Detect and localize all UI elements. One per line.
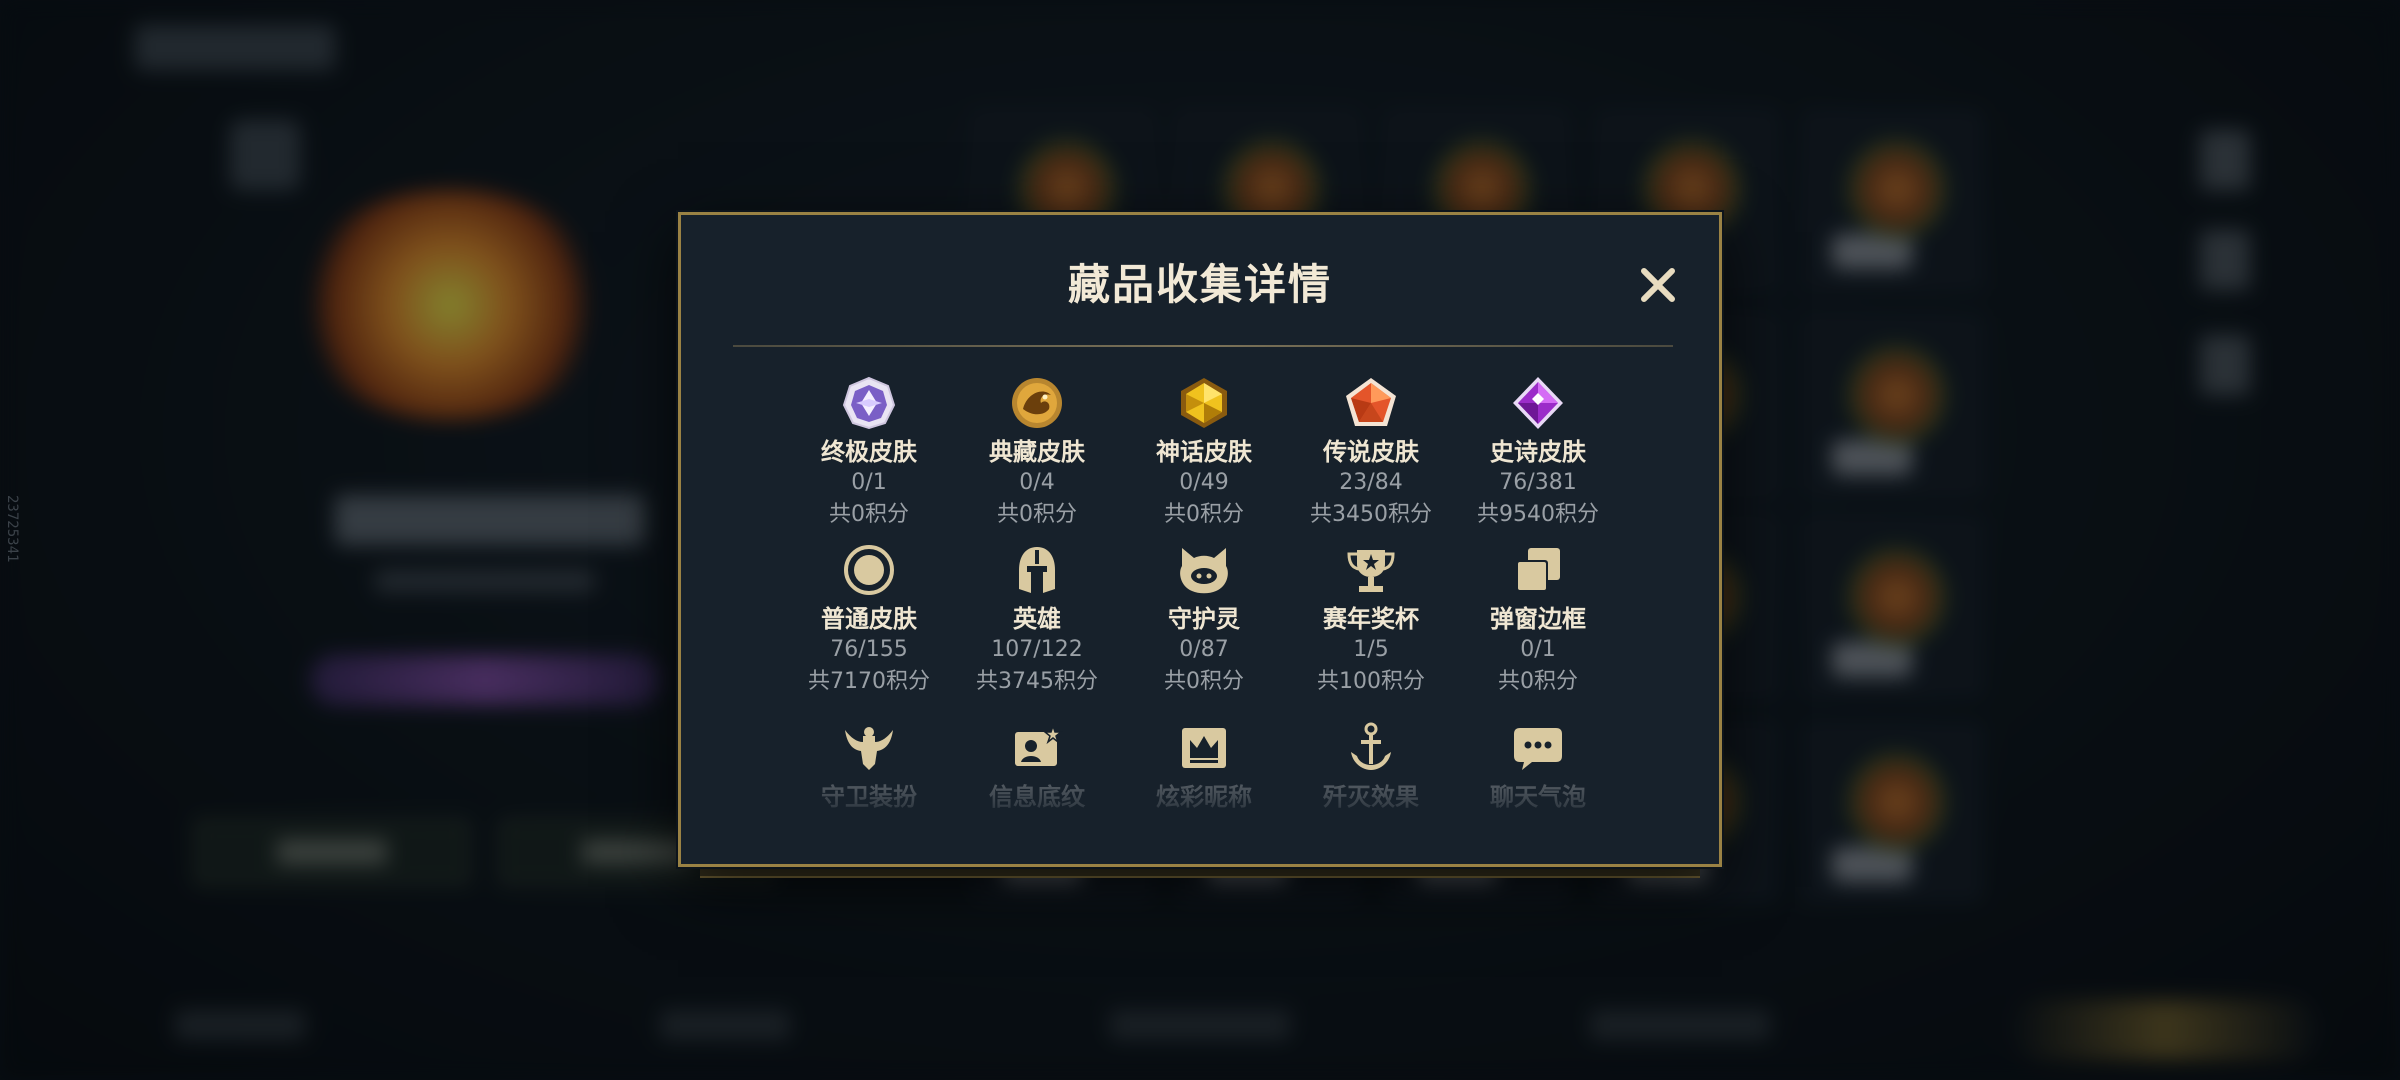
- category-count: 0/49: [1179, 470, 1229, 495]
- category-count: 0/87: [1179, 637, 1229, 662]
- category-points: 共0积分: [829, 502, 909, 527]
- hero-icon: [1019, 547, 1055, 593]
- category-count: 0/1: [851, 470, 887, 495]
- modal-base-shelf: [700, 866, 1700, 878]
- close-icon: [1641, 268, 1675, 302]
- ultimate-skin-icon: [842, 376, 896, 430]
- category-name: 英雄: [1013, 605, 1061, 633]
- category-name: 传说皮肤: [1323, 438, 1419, 466]
- modal-title: 藏品收集详情: [1067, 260, 1332, 309]
- category-name: 典藏皮肤: [989, 438, 1085, 466]
- category-count: 1/5: [1353, 637, 1389, 662]
- category-points: 共0积分: [1164, 502, 1244, 527]
- category-points: 共100积分: [1317, 669, 1425, 694]
- category-guardian-spirit[interactable]: 守护灵 0/87 共0积分: [1129, 542, 1279, 698]
- category-legendary-skin[interactable]: 传说皮肤 23/84 共3450积分: [1296, 375, 1446, 531]
- category-count: 0/4: [1019, 470, 1055, 495]
- category-count: 23/84: [1339, 470, 1403, 495]
- category-normal-skin[interactable]: 普通皮肤 76/155 共7170积分: [794, 542, 944, 698]
- category-count: 107/122: [991, 637, 1083, 662]
- category-points: 共0积分: [1498, 669, 1578, 694]
- mythic-skin-icon: [1181, 378, 1227, 428]
- ward-skin-icon: [845, 727, 893, 770]
- close-button[interactable]: [1628, 255, 1688, 315]
- side-version-code: 23725341: [4, 495, 20, 563]
- category-points: 共0积分: [1164, 669, 1244, 694]
- category-name: 神话皮肤: [1156, 438, 1252, 466]
- category-name: 炫彩昵称: [1156, 783, 1252, 811]
- colorful-nickname-icon: [1182, 728, 1226, 768]
- category-colorful-nickname[interactable]: 炫彩昵称: [1129, 720, 1279, 812]
- category-popup-frame[interactable]: 弹窗边框 0/1 共0积分: [1463, 542, 1613, 698]
- epic-skin-icon: [1513, 377, 1563, 429]
- category-epic-skin[interactable]: 史诗皮肤 76/381 共9540积分: [1463, 375, 1613, 531]
- category-name: 终极皮肤: [821, 438, 917, 466]
- category-count: 76/381: [1499, 470, 1577, 495]
- season-trophy-icon: [1347, 550, 1395, 592]
- category-annihilation-effect[interactable]: 歼灭效果: [1296, 720, 1446, 812]
- category-count: 76/155: [830, 637, 908, 662]
- legendary-skin-icon: [1346, 378, 1396, 426]
- category-name: 聊天气泡: [1490, 783, 1586, 811]
- category-ward-skin[interactable]: 守卫装扮: [794, 720, 944, 812]
- chat-bubble-icon: [1514, 728, 1562, 770]
- popup-frame-icon: [1516, 548, 1560, 592]
- prestige-skin-icon: [1012, 378, 1062, 428]
- category-points: 共7170积分: [808, 669, 930, 694]
- category-mythic-skin[interactable]: 神话皮肤 0/49 共0积分: [1129, 375, 1279, 531]
- category-name: 赛年奖杯: [1323, 605, 1419, 633]
- category-info-pattern[interactable]: 信息底纹: [962, 720, 1112, 812]
- guardian-spirit-icon: [1180, 548, 1228, 594]
- category-points: 共3450积分: [1310, 502, 1432, 527]
- category-count: 0/1: [1520, 637, 1556, 662]
- category-name: 信息底纹: [989, 783, 1085, 811]
- category-chat-bubble[interactable]: 聊天气泡: [1463, 720, 1613, 812]
- category-name: 歼灭效果: [1323, 783, 1419, 811]
- category-hero[interactable]: 英雄 107/122 共3745积分: [962, 542, 1112, 698]
- info-pattern-icon: [1015, 723, 1064, 766]
- category-name: 普通皮肤: [821, 605, 917, 633]
- title-divider: [733, 345, 1673, 347]
- category-name: 守护灵: [1168, 605, 1240, 633]
- normal-skin-icon: [844, 545, 894, 595]
- category-name: 守卫装扮: [821, 783, 917, 811]
- category-season-trophy[interactable]: 赛年奖杯 1/5 共100积分: [1296, 542, 1446, 698]
- category-name: 史诗皮肤: [1490, 438, 1586, 466]
- category-points: 共9540积分: [1477, 502, 1599, 527]
- category-ultimate-skin[interactable]: 终极皮肤 0/1 共0积分: [794, 375, 944, 531]
- category-points: 共3745积分: [976, 669, 1098, 694]
- category-name: 弹窗边框: [1490, 605, 1586, 633]
- annihilation-effect-icon: [1351, 722, 1391, 770]
- category-points: 共0积分: [997, 502, 1077, 527]
- collection-details-modal: 藏品收集详情 终极皮肤 0/1 共0积分 典藏皮肤 0/4 共0积分 神话皮肤 …: [678, 212, 1722, 867]
- category-prestige-skin[interactable]: 典藏皮肤 0/4 共0积分: [962, 375, 1112, 531]
